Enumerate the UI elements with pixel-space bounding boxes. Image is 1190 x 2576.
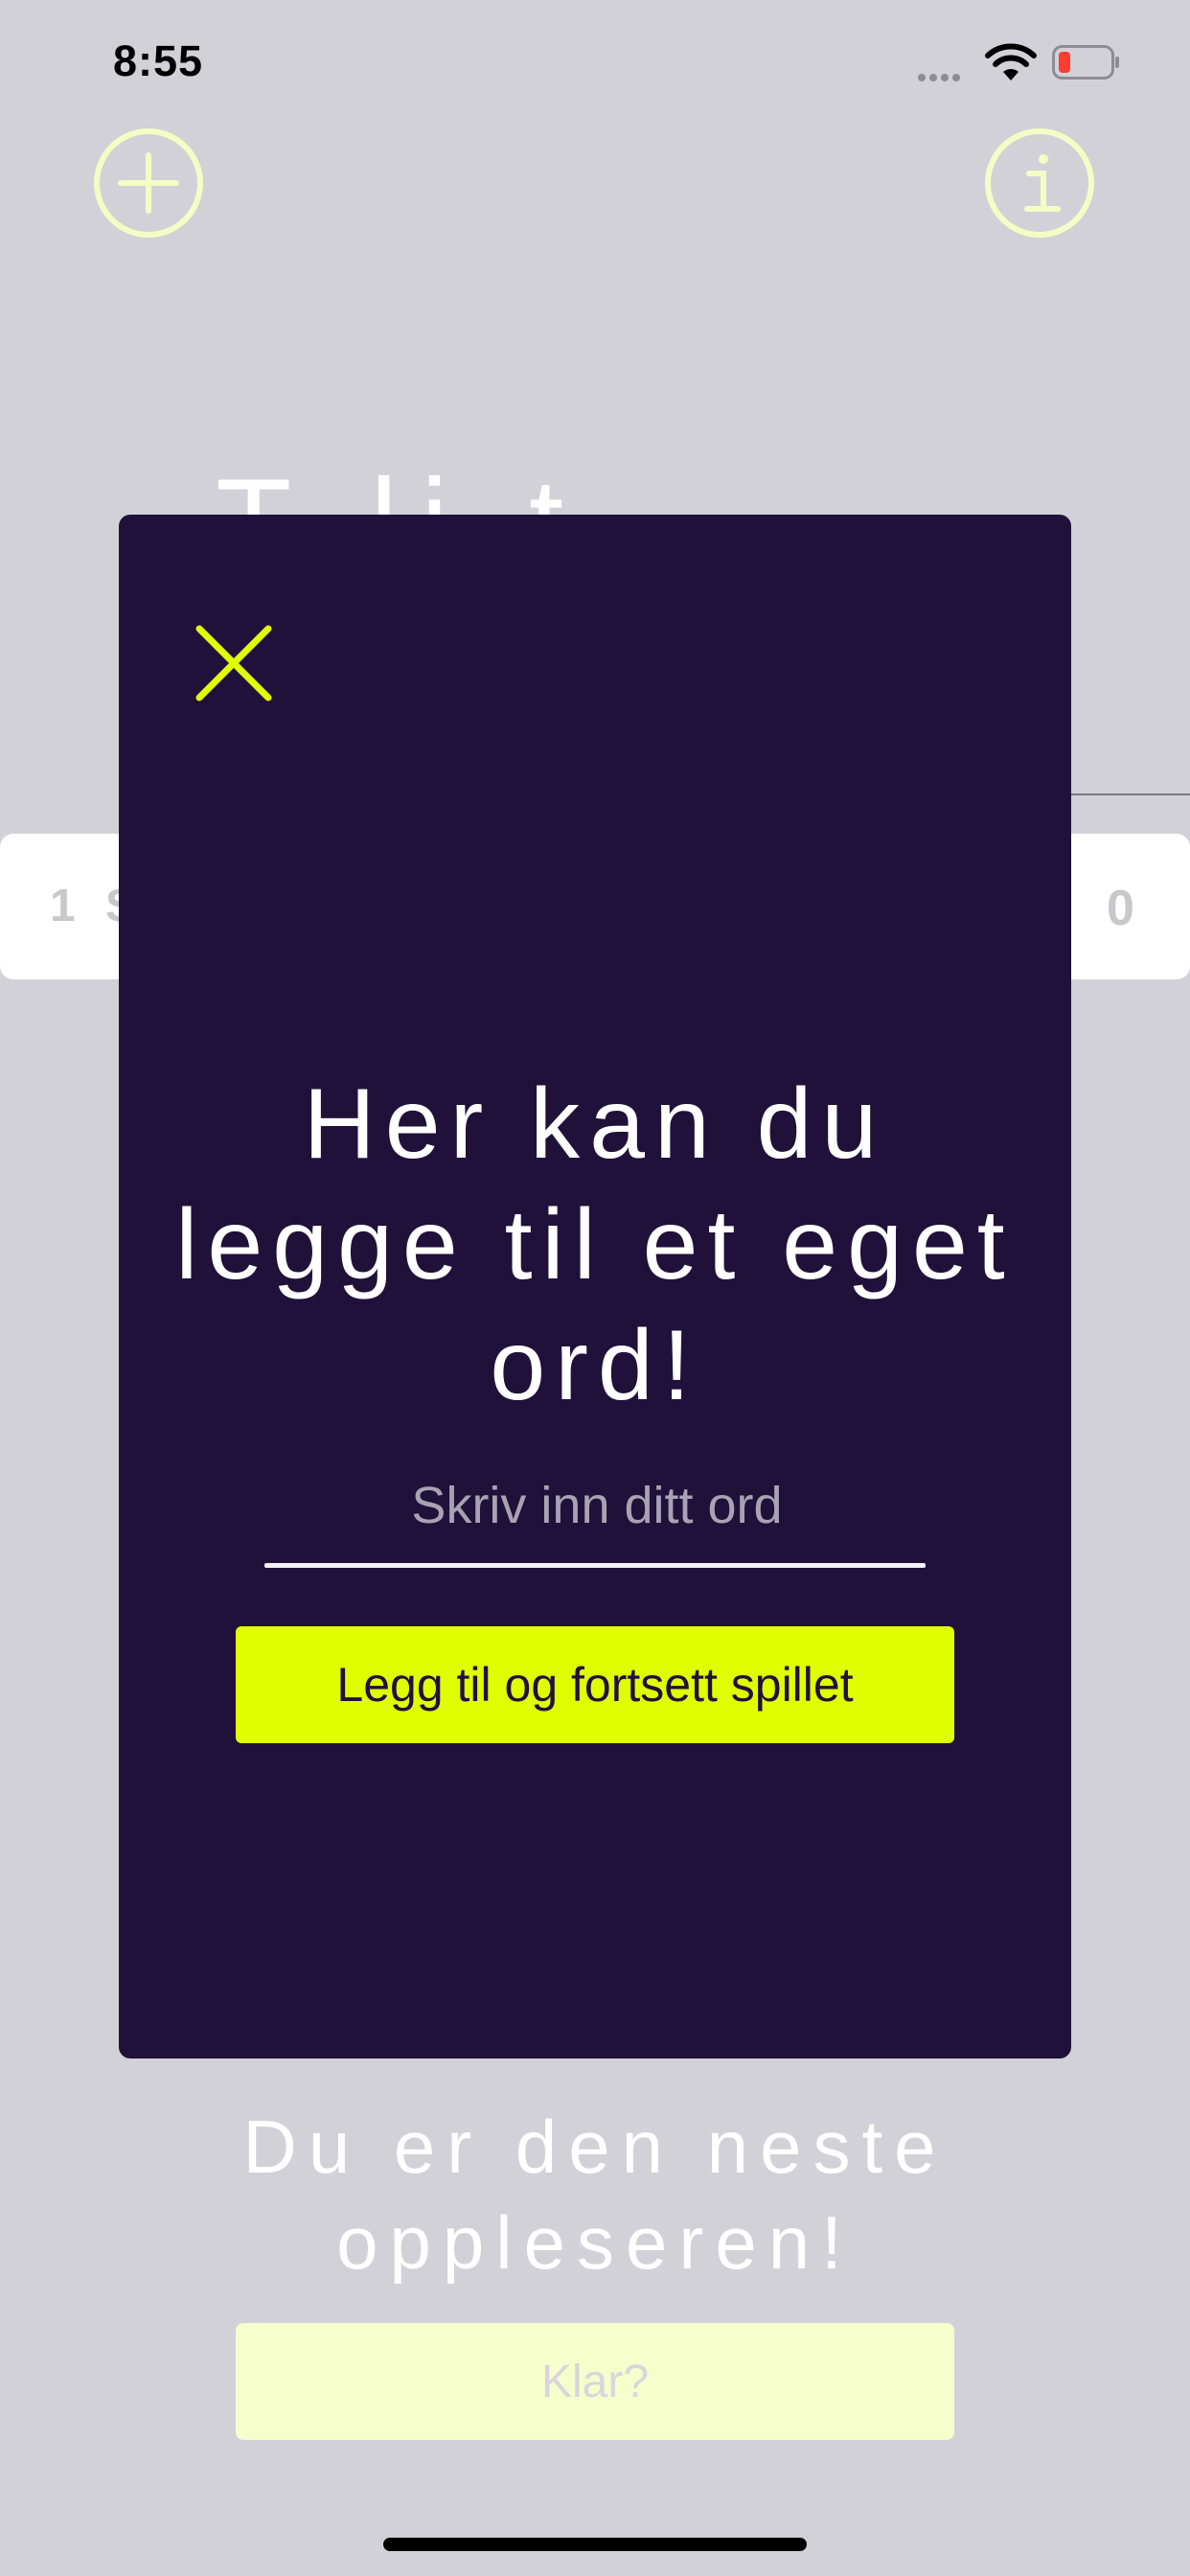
next-reader-message: Du er den neste oppleseren! (0, 2099, 1190, 2290)
battery-icon (1052, 45, 1119, 80)
input-underline (264, 1563, 926, 1568)
add-word-button[interactable] (94, 128, 203, 238)
modal-title-line: Her kan du (303, 1069, 887, 1180)
ready-button[interactable]: Klar? (236, 2323, 954, 2440)
modal-title-line: ord! (490, 1310, 700, 1421)
modal-title: Her kan du legge til et eget ord! (138, 1064, 1052, 1426)
modal-title-line: legge til et eget (175, 1189, 1015, 1300)
plus-icon (118, 152, 179, 214)
divider (1071, 794, 1190, 795)
next-reader-line: oppleseren! (336, 2200, 854, 2285)
add-and-continue-button[interactable]: Legg til og fortsett spillet (236, 1626, 954, 1743)
score-row-rank: 1 (50, 881, 76, 932)
info-button[interactable] (985, 128, 1094, 238)
home-indicator[interactable] (383, 2538, 807, 2551)
info-icon (1024, 154, 1061, 212)
wifi-icon (985, 43, 1037, 80)
close-icon[interactable] (195, 625, 272, 702)
next-reader-line: Du er den neste (242, 2104, 948, 2189)
word-input[interactable] (266, 1466, 927, 1545)
score-row-score: 0 (1107, 881, 1134, 936)
status-time: 8:55 (113, 36, 204, 85)
signal-icon (918, 69, 964, 86)
